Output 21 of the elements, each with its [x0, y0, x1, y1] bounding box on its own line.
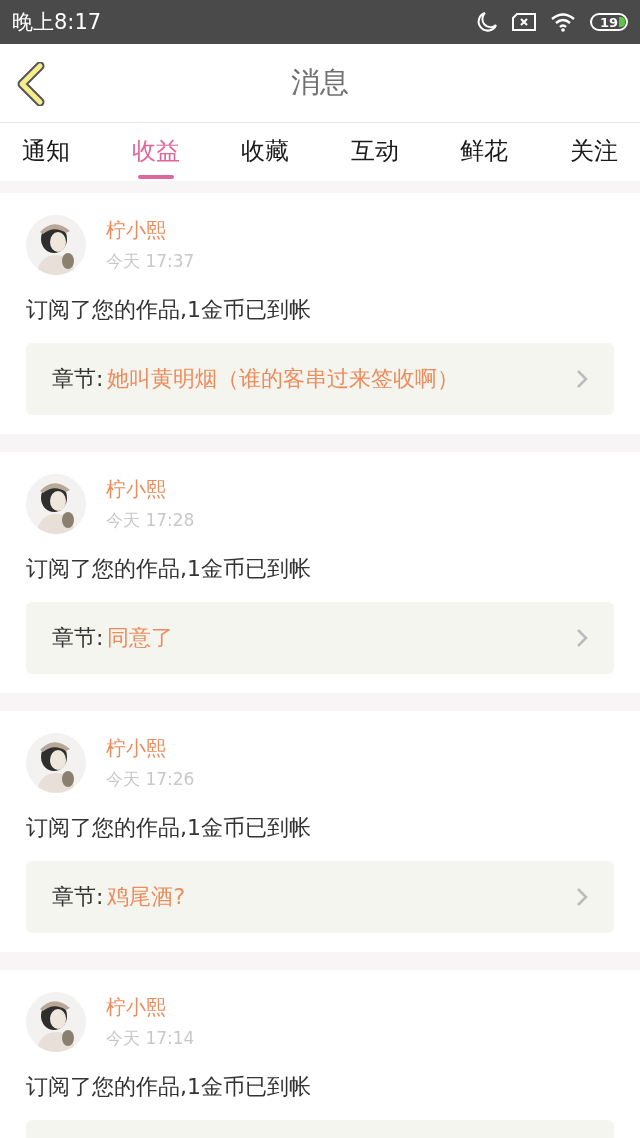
moon-icon	[476, 11, 498, 33]
chapter-link[interactable]: 章节: 鸡尾酒?	[26, 861, 614, 933]
message-text: 订阅了您的作品,1金币已到帐	[26, 814, 312, 842]
status-time: 晚上8:17	[12, 9, 102, 36]
chapter-link[interactable]: 章节: 她叫黄明烟（谁的客串过来签收啊）	[26, 343, 614, 415]
chevron-right-icon	[576, 369, 588, 389]
battery-indicator: 19	[590, 13, 628, 31]
tab[interactable]: 通知	[14, 123, 78, 175]
tab[interactable]: 收藏	[233, 123, 298, 175]
message-text: 订阅了您的作品,1金币已到帐	[26, 296, 312, 324]
chevron-right-icon	[576, 628, 588, 648]
tab[interactable]: 互动	[342, 123, 407, 175]
page-title: 消息	[291, 64, 349, 101]
chapter-link[interactable]: 章节: 同意了	[26, 602, 614, 674]
sim-icon	[512, 13, 536, 31]
tab[interactable]: 关注	[561, 123, 626, 175]
tab[interactable]: 鲜花	[452, 123, 517, 175]
wifi-icon	[550, 12, 576, 32]
message-text: 订阅了您的作品,1金币已到帐	[26, 1073, 312, 1101]
chevron-right-icon	[576, 887, 588, 907]
message-text: 订阅了您的作品,1金币已到帐	[26, 555, 312, 583]
